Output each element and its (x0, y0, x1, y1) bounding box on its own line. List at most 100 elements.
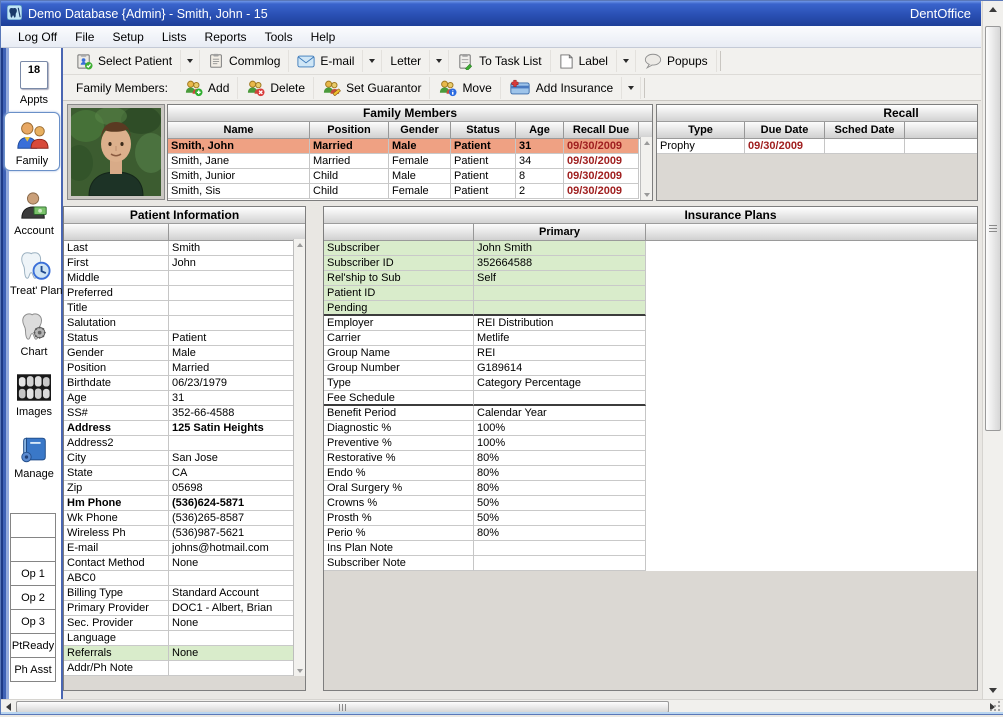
toolbar-dropdown-add-insurance[interactable] (622, 77, 641, 99)
resize-grip[interactable] (988, 699, 1001, 712)
menu-item-reports[interactable]: Reports (196, 28, 256, 46)
toolbar-button-commlog[interactable]: Commlog (200, 50, 289, 72)
sidebar-item-treat-plan[interactable]: Treat' Plan (10, 248, 58, 297)
field-row-diagnostic[interactable]: Diagnostic %100% (324, 421, 977, 436)
vertical-scrollbar[interactable] (982, 1, 1003, 699)
toolbar-button-label[interactable]: Label (551, 50, 617, 72)
field-row-middle[interactable]: Middle (64, 271, 293, 286)
toolbar-button-set-guarantor[interactable]: Set Guarantor (314, 77, 430, 99)
field-row-group-name[interactable]: Group NameREI (324, 346, 977, 361)
toolbar-button-e-mail[interactable]: E-mail (289, 50, 363, 72)
scroll-up-arrow-icon[interactable] (985, 3, 1001, 16)
toolbar-dropdown-label[interactable] (617, 50, 636, 72)
toolbar-dropdown-e-mail[interactable] (363, 50, 382, 72)
op-button-op-2[interactable]: Op 2 (10, 585, 56, 610)
scroll-down-arrow-icon[interactable] (641, 188, 652, 200)
menu-item-tools[interactable]: Tools (256, 28, 302, 46)
sidebar-item-family[interactable]: Family (4, 112, 60, 171)
sidebar-item-appts[interactable]: 18Appts (10, 57, 58, 106)
field-row-gender[interactable]: GenderMale (64, 346, 293, 361)
toolbar-button-add[interactable]: Add (176, 77, 238, 99)
field-row-salutation[interactable]: Salutation (64, 316, 293, 331)
toolbar-button-letter[interactable]: Letter (382, 50, 430, 72)
field-row-restorative[interactable]: Restorative %80% (324, 451, 977, 466)
field-row-preventive[interactable]: Preventive %100% (324, 436, 977, 451)
menu-item-setup[interactable]: Setup (103, 28, 152, 46)
op-button-ph-asst[interactable]: Ph Asst (10, 657, 56, 682)
field-row-subscriber-note[interactable]: Subscriber Note (324, 556, 977, 571)
menu-item-log-off[interactable]: Log Off (9, 28, 66, 46)
field-row-preferred[interactable]: Preferred (64, 286, 293, 301)
field-row-abc0[interactable]: ABC0 (64, 571, 293, 586)
field-row-zip[interactable]: Zip05698 (64, 481, 293, 496)
field-row-carrier[interactable]: CarrierMetlife (324, 331, 977, 346)
field-row-wireless-ph[interactable]: Wireless Ph(536)987-5621 (64, 526, 293, 541)
family-member-row[interactable]: Smith, SisChildFemalePatient209/30/2009 (168, 184, 652, 199)
field-row-wk-phone[interactable]: Wk Phone(536)265-8587 (64, 511, 293, 526)
field-row-ss[interactable]: SS#352-66-4588 (64, 406, 293, 421)
scroll-up-arrow-icon[interactable] (294, 239, 305, 251)
recall-row[interactable]: Prophy09/30/2009 (657, 139, 977, 154)
field-row-sec-provider[interactable]: Sec. ProviderNone (64, 616, 293, 631)
field-row-perio[interactable]: Perio %80% (324, 526, 977, 541)
toolbar-button-add-insurance[interactable]: Add Insurance (501, 77, 622, 99)
field-row-subscriber-id[interactable]: Subscriber ID352664588 (324, 256, 977, 271)
scroll-down-arrow-icon[interactable] (294, 664, 305, 676)
family-member-row[interactable]: Smith, JaneMarriedFemalePatient3409/30/2… (168, 154, 652, 169)
op-button-empty-2[interactable] (10, 537, 56, 562)
field-row-pending[interactable]: Pending (324, 301, 977, 316)
family-member-row[interactable]: Smith, JohnMarriedMalePatient3109/30/200… (168, 139, 652, 154)
field-row-employer[interactable]: EmployerREI Distribution (324, 316, 977, 331)
field-row-e-mail[interactable]: E-mailjohns@hotmail.com (64, 541, 293, 556)
field-row-referrals[interactable]: ReferralsNone (64, 646, 293, 661)
patient-grid-scrollbar[interactable] (293, 239, 305, 676)
field-row-address2[interactable]: Address2 (64, 436, 293, 451)
vertical-scroll-thumb[interactable] (985, 26, 1001, 431)
field-row-crowns[interactable]: Crowns %50% (324, 496, 977, 511)
field-row-birthdate[interactable]: Birthdate06/23/1979 (64, 376, 293, 391)
field-row-state[interactable]: StateCA (64, 466, 293, 481)
field-row-contact-method[interactable]: Contact MethodNone (64, 556, 293, 571)
field-row-patient-id[interactable]: Patient ID (324, 286, 977, 301)
field-row-position[interactable]: PositionMarried (64, 361, 293, 376)
scroll-down-arrow-icon[interactable] (985, 684, 1001, 697)
field-row-benefit-period[interactable]: Benefit PeriodCalendar Year (324, 406, 977, 421)
menu-item-file[interactable]: File (66, 28, 103, 46)
field-row-age[interactable]: Age31 (64, 391, 293, 406)
field-row-rel-ship-to-sub[interactable]: Rel'ship to SubSelf (324, 271, 977, 286)
patient-photo[interactable] (67, 104, 165, 200)
field-row-group-number[interactable]: Group NumberG189614 (324, 361, 977, 376)
field-row-type[interactable]: TypeCategory Percentage (324, 376, 977, 391)
field-row-addr-ph-note[interactable]: Addr/Ph Note (64, 661, 293, 676)
field-row-endo[interactable]: Endo %80% (324, 466, 977, 481)
field-row-hm-phone[interactable]: Hm Phone(536)624-5871 (64, 496, 293, 511)
field-row-ins-plan-note[interactable]: Ins Plan Note (324, 541, 977, 556)
sidebar-item-chart[interactable]: Chart (10, 309, 58, 358)
field-row-address[interactable]: Address125 Satin Heights (64, 421, 293, 436)
toolbar-button-delete[interactable]: Delete (238, 77, 314, 99)
op-button-empty-1[interactable] (10, 513, 56, 538)
field-row-first[interactable]: FirstJohn (64, 256, 293, 271)
sidebar-item-manage[interactable]: Manage (10, 431, 58, 480)
sidebar-item-images[interactable]: Images (10, 369, 58, 418)
scroll-up-arrow-icon[interactable] (641, 137, 652, 149)
op-button-op-1[interactable]: Op 1 (10, 561, 56, 586)
field-row-primary-provider[interactable]: Primary ProviderDOC1 - Albert, Brian (64, 601, 293, 616)
toolbar-button-move[interactable]: Move (430, 77, 500, 99)
field-row-title[interactable]: Title (64, 301, 293, 316)
toolbar-dropdown-letter[interactable] (430, 50, 449, 72)
toolbar-button-popups[interactable]: Popups (636, 50, 717, 72)
toolbar-button-to-task-list[interactable]: To Task List (449, 50, 550, 72)
family-grid-scrollbar[interactable] (640, 137, 652, 200)
field-row-prosth[interactable]: Prosth %50% (324, 511, 977, 526)
field-row-subscriber[interactable]: SubscriberJohn Smith (324, 241, 977, 256)
toolbar-dropdown-select-patient[interactable] (181, 50, 200, 72)
field-row-last[interactable]: LastSmith (64, 241, 293, 256)
family-member-row[interactable]: Smith, JuniorChildMalePatient809/30/2009 (168, 169, 652, 184)
field-row-city[interactable]: CitySan Jose (64, 451, 293, 466)
op-button-ptready[interactable]: PtReady (10, 633, 56, 658)
toolbar-button-select-patient[interactable]: Select Patient (68, 50, 181, 72)
field-row-language[interactable]: Language (64, 631, 293, 646)
op-button-op-3[interactable]: Op 3 (10, 609, 56, 634)
menu-item-help[interactable]: Help (302, 28, 345, 46)
